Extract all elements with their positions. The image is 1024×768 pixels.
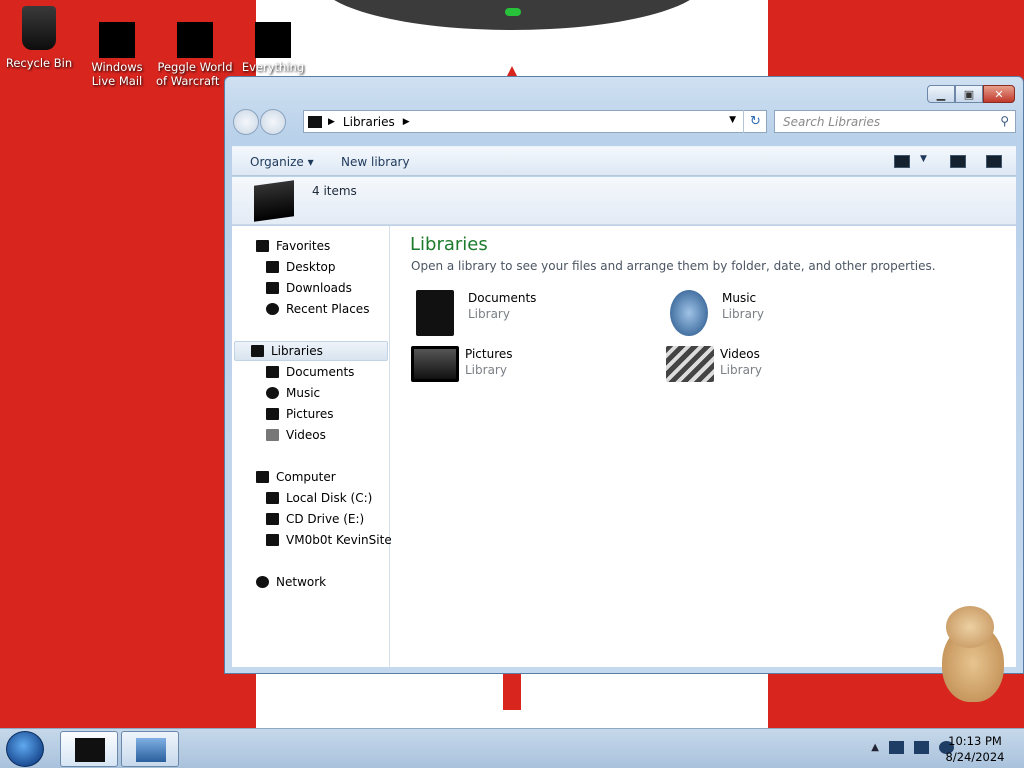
library-item-videos[interactable]: Videos Library: [666, 346, 762, 382]
breadcrumb-arrow-icon[interactable]: ▶: [403, 117, 410, 127]
pictures-library-icon: [411, 346, 459, 382]
action-center-icon[interactable]: [889, 741, 904, 754]
network-tray-icon[interactable]: [914, 741, 929, 754]
navigation-buttons: [233, 109, 287, 135]
nav-cd-drive[interactable]: CD Drive (E:): [266, 509, 364, 529]
page-subtitle: Open a library to see your files and arr…: [411, 259, 936, 273]
clock[interactable]: 10:13 PM 8/24/2024: [936, 733, 1014, 765]
command-bar: Organize ▾ New library ▼: [232, 146, 1016, 176]
pictures-icon: [266, 408, 279, 420]
nav-network[interactable]: Network: [256, 572, 326, 592]
explorer-window[interactable]: ▁ ▣ ✕ ▶ Libraries ▶ ▼ ↻ Search Libraries…: [224, 76, 1024, 674]
help-icon[interactable]: [986, 155, 1002, 168]
library-item-pictures[interactable]: Pictures Library: [411, 346, 513, 382]
music-library-icon: [670, 290, 708, 336]
refresh-button[interactable]: ↻: [743, 110, 767, 133]
hamster-head: [946, 606, 994, 648]
network-drive-icon: [266, 534, 279, 546]
address-dropdown-icon[interactable]: ▼: [729, 115, 736, 125]
wallpaper-arrow: [507, 66, 517, 76]
new-library-button[interactable]: New library: [341, 155, 410, 169]
videos-icon: [266, 429, 279, 441]
minimize-button[interactable]: ▁: [927, 85, 955, 103]
nav-pictures[interactable]: Pictures: [266, 404, 334, 424]
desktop-icon-windows-live-mail[interactable]: Windows Live Mail: [78, 6, 156, 88]
taskbar-remote-desktop-button[interactable]: [121, 731, 179, 767]
desktop-icon-label: Windows Live Mail: [91, 60, 143, 88]
clock-date: 8/24/2024: [945, 750, 1005, 764]
preview-pane-icon[interactable]: [950, 155, 966, 168]
clock-time: 10:13 PM: [948, 734, 1002, 748]
close-button[interactable]: ✕: [983, 85, 1015, 103]
nav-local-disk[interactable]: Local Disk (C:): [266, 488, 372, 508]
cd-drive-icon: [266, 513, 279, 525]
wallpaper-green-light: [505, 8, 521, 16]
nav-videos[interactable]: Videos: [266, 425, 326, 445]
address-bar[interactable]: ▶ Libraries ▶ ▼: [303, 110, 767, 133]
nav-recent-places[interactable]: Recent Places: [266, 299, 369, 319]
explorer-body: Favorites Desktop Downloads Recent Place…: [232, 226, 1016, 667]
window-controls: ▁ ▣ ✕: [927, 85, 1015, 103]
change-view-icon[interactable]: [894, 155, 910, 168]
library-item-music[interactable]: Music Library: [670, 290, 764, 336]
breadcrumb-libraries[interactable]: Libraries: [343, 115, 395, 129]
item-count: 4 items: [312, 184, 357, 198]
breadcrumb-arrow-icon[interactable]: ▶: [328, 117, 335, 127]
navigation-pane: Favorites Desktop Downloads Recent Place…: [232, 226, 392, 667]
back-button[interactable]: [233, 109, 259, 135]
maximize-button[interactable]: ▣: [955, 85, 983, 103]
search-input[interactable]: Search Libraries ⚲: [774, 110, 1016, 133]
view-options-dropdown-icon[interactable]: ▼: [920, 154, 927, 164]
nav-computer[interactable]: Computer: [256, 467, 336, 487]
nav-documents[interactable]: Documents: [266, 362, 354, 382]
hamster-gadget[interactable]: [930, 604, 1010, 704]
downloads-icon: [266, 282, 279, 294]
start-button[interactable]: [6, 731, 44, 767]
desktop-icon-label: Recycle Bin: [5, 56, 73, 70]
star-icon: [256, 240, 269, 252]
network-icon: [256, 576, 269, 588]
nav-libraries[interactable]: Libraries: [234, 341, 388, 361]
show-hidden-icons-icon[interactable]: ▲: [871, 742, 879, 753]
nav-downloads[interactable]: Downloads: [266, 278, 352, 298]
libraries-icon: [251, 345, 264, 357]
documents-icon: [266, 366, 279, 378]
page-title: Libraries: [410, 234, 488, 255]
desktop-icon-recycle-bin[interactable]: Recycle Bin: [0, 6, 78, 70]
computer-icon: [256, 471, 269, 483]
explorer-icon: [75, 738, 105, 762]
library-info-bar: 4 items: [232, 177, 1016, 225]
videos-library-icon: [666, 346, 714, 382]
forward-button[interactable]: [260, 109, 286, 135]
taskbar: ▲ 10:13 PM 8/24/2024: [0, 728, 1024, 768]
documents-library-icon: [416, 290, 454, 336]
nav-favorites[interactable]: Favorites: [256, 236, 330, 256]
recent-places-icon: [266, 303, 279, 315]
wallpaper-red-bar: [503, 672, 521, 710]
library-item-documents[interactable]: Documents Library: [416, 290, 536, 336]
everything-search-icon: [255, 22, 291, 58]
desktop-icon-label: Everything: [241, 60, 305, 74]
desktop-icon-everything[interactable]: Everything: [234, 6, 312, 74]
hard-drive-icon: [266, 492, 279, 504]
desktop-icon: [266, 261, 279, 273]
nav-desktop[interactable]: Desktop: [266, 257, 336, 277]
nav-music[interactable]: Music: [266, 383, 320, 403]
search-icon[interactable]: ⚲: [1000, 114, 1009, 128]
content-pane: Libraries Open a library to see your fil…: [391, 226, 1016, 667]
remote-desktop-icon: [136, 738, 166, 762]
desktop-icon-label: Peggle World of Warcraft ...: [156, 60, 234, 88]
taskbar-explorer-button[interactable]: [60, 731, 118, 767]
nav-network-share[interactable]: VM0b0t KevinSite: [266, 530, 392, 550]
music-icon: [266, 387, 279, 399]
peggle-icon: [177, 22, 213, 58]
recycle-bin-icon: [22, 6, 56, 50]
libraries-icon: [308, 115, 322, 128]
organize-button[interactable]: Organize ▾: [250, 155, 314, 169]
mail-icon: [99, 22, 135, 58]
libraries-large-icon: [254, 180, 294, 222]
desktop-icon-peggle[interactable]: Peggle World of Warcraft ...: [156, 6, 234, 88]
search-placeholder: Search Libraries: [783, 115, 881, 129]
